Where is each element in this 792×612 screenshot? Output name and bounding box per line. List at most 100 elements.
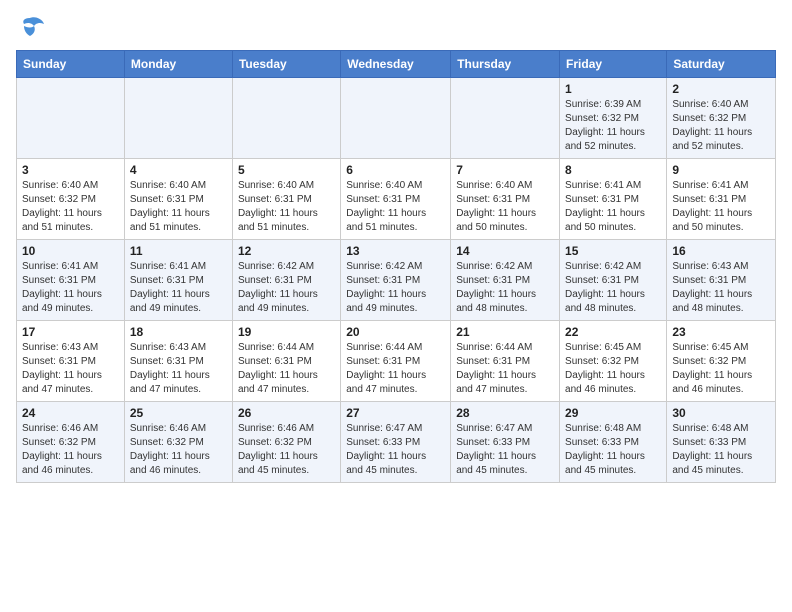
day-info: Sunrise: 6:41 AM Sunset: 6:31 PM Dayligh… (22, 260, 119, 316)
calendar-week-row: 17 Sunrise: 6:43 AM Sunset: 6:31 PM Dayli… (17, 321, 776, 402)
day-info: Sunrise: 6:47 AM Sunset: 6:33 PM Dayligh… (456, 422, 554, 478)
day-number: 26 (238, 406, 335, 420)
calendar-week-row: 24Sunrise: 6:46 AM Sunset: 6:32 PM Dayli… (17, 402, 776, 483)
day-number: 2 (672, 82, 770, 96)
calendar-cell: 9 Sunrise: 6:41 AM Sunset: 6:31 PM Daylig… (667, 159, 776, 240)
day-number: 4 (130, 163, 227, 177)
calendar-cell: 2Sunrise: 6:40 AM Sunset: 6:32 PM Daylig… (667, 78, 776, 159)
weekday-header: Wednesday (341, 51, 451, 78)
weekday-header: Sunday (17, 51, 125, 78)
day-number: 19 (238, 325, 335, 339)
day-info: Sunrise: 6:41 AM Sunset: 6:31 PM Dayligh… (130, 260, 227, 316)
calendar-cell: 14 Sunrise: 6:42 AM Sunset: 6:31 PM Dayli… (451, 240, 560, 321)
calendar-cell: 12Sunrise: 6:42 AM Sunset: 6:31 PM Dayli… (232, 240, 340, 321)
day-number: 15 (565, 244, 661, 258)
day-info: Sunrise: 6:44 AM Sunset: 6:31 PM Dayligh… (346, 341, 445, 397)
page-header (16, 16, 776, 38)
day-number: 8 (565, 163, 661, 177)
calendar-cell: 1Sunrise: 6:39 AM Sunset: 6:32 PM Daylig… (560, 78, 667, 159)
calendar-cell: 5Sunrise: 6:40 AM Sunset: 6:31 PM Daylig… (232, 159, 340, 240)
day-info: Sunrise: 6:45 AM Sunset: 6:32 PM Dayligh… (565, 341, 661, 397)
calendar-cell (17, 78, 125, 159)
calendar-cell: 17 Sunrise: 6:43 AM Sunset: 6:31 PM Dayli… (17, 321, 125, 402)
calendar-cell: 20Sunrise: 6:44 AM Sunset: 6:31 PM Dayli… (341, 321, 451, 402)
day-number: 9 (672, 163, 770, 177)
day-info: Sunrise: 6:46 AM Sunset: 6:32 PM Dayligh… (130, 422, 227, 478)
day-number: 17 (22, 325, 119, 339)
calendar-cell: 30Sunrise: 6:48 AM Sunset: 6:33 PM Dayli… (667, 402, 776, 483)
calendar-cell: 27 Sunrise: 6:47 AM Sunset: 6:33 PM Dayli… (341, 402, 451, 483)
day-number: 22 (565, 325, 661, 339)
calendar-cell: 18 Sunrise: 6:43 AM Sunset: 6:31 PM Dayli… (124, 321, 232, 402)
day-info: Sunrise: 6:40 AM Sunset: 6:31 PM Dayligh… (456, 179, 554, 235)
day-number: 10 (22, 244, 119, 258)
calendar-table: SundayMondayTuesdayWednesdayThursdayFrid… (16, 50, 776, 483)
calendar-week-row: 1Sunrise: 6:39 AM Sunset: 6:32 PM Daylig… (17, 78, 776, 159)
day-number: 25 (130, 406, 227, 420)
calendar-cell: 29 Sunrise: 6:48 AM Sunset: 6:33 PM Dayli… (560, 402, 667, 483)
day-number: 27 (346, 406, 445, 420)
day-number: 13 (346, 244, 445, 258)
calendar-cell (124, 78, 232, 159)
calendar-cell (232, 78, 340, 159)
day-number: 28 (456, 406, 554, 420)
weekday-header: Thursday (451, 51, 560, 78)
calendar-cell: 28 Sunrise: 6:47 AM Sunset: 6:33 PM Dayli… (451, 402, 560, 483)
day-number: 18 (130, 325, 227, 339)
day-info: Sunrise: 6:43 AM Sunset: 6:31 PM Dayligh… (672, 260, 770, 316)
day-number: 30 (672, 406, 770, 420)
calendar-cell: 25 Sunrise: 6:46 AM Sunset: 6:32 PM Dayli… (124, 402, 232, 483)
calendar-cell: 21 Sunrise: 6:44 AM Sunset: 6:31 PM Dayli… (451, 321, 560, 402)
calendar-week-row: 3Sunrise: 6:40 AM Sunset: 6:32 PM Daylig… (17, 159, 776, 240)
calendar-header-row: SundayMondayTuesdayWednesdayThursdayFrid… (17, 51, 776, 78)
day-number: 14 (456, 244, 554, 258)
day-number: 7 (456, 163, 554, 177)
day-number: 1 (565, 82, 661, 96)
calendar-cell (451, 78, 560, 159)
weekday-header: Tuesday (232, 51, 340, 78)
calendar-cell: 11 Sunrise: 6:41 AM Sunset: 6:31 PM Dayli… (124, 240, 232, 321)
day-info: Sunrise: 6:40 AM Sunset: 6:31 PM Dayligh… (130, 179, 227, 235)
calendar-cell: 6 Sunrise: 6:40 AM Sunset: 6:31 PM Daylig… (341, 159, 451, 240)
day-info: Sunrise: 6:40 AM Sunset: 6:31 PM Dayligh… (346, 179, 445, 235)
logo (16, 16, 48, 38)
day-number: 3 (22, 163, 119, 177)
calendar-cell: 24Sunrise: 6:46 AM Sunset: 6:32 PM Dayli… (17, 402, 125, 483)
day-info: Sunrise: 6:42 AM Sunset: 6:31 PM Dayligh… (456, 260, 554, 316)
day-number: 29 (565, 406, 661, 420)
day-info: Sunrise: 6:48 AM Sunset: 6:33 PM Dayligh… (565, 422, 661, 478)
day-info: Sunrise: 6:43 AM Sunset: 6:31 PM Dayligh… (130, 341, 227, 397)
calendar-cell: 16 Sunrise: 6:43 AM Sunset: 6:31 PM Dayli… (667, 240, 776, 321)
calendar-cell: 3Sunrise: 6:40 AM Sunset: 6:32 PM Daylig… (17, 159, 125, 240)
calendar-cell: 13Sunrise: 6:42 AM Sunset: 6:31 PM Dayli… (341, 240, 451, 321)
calendar-cell: 4 Sunrise: 6:40 AM Sunset: 6:31 PM Daylig… (124, 159, 232, 240)
day-info: Sunrise: 6:42 AM Sunset: 6:31 PM Dayligh… (238, 260, 335, 316)
day-info: Sunrise: 6:45 AM Sunset: 6:32 PM Dayligh… (672, 341, 770, 397)
day-number: 11 (130, 244, 227, 258)
calendar-cell: 8 Sunrise: 6:41 AM Sunset: 6:31 PM Daylig… (560, 159, 667, 240)
day-info: Sunrise: 6:46 AM Sunset: 6:32 PM Dayligh… (22, 422, 119, 478)
day-info: Sunrise: 6:41 AM Sunset: 6:31 PM Dayligh… (565, 179, 661, 235)
calendar-cell (341, 78, 451, 159)
calendar-cell: 10 Sunrise: 6:41 AM Sunset: 6:31 PM Dayli… (17, 240, 125, 321)
calendar-cell: 15 Sunrise: 6:42 AM Sunset: 6:31 PM Dayli… (560, 240, 667, 321)
logo-bird-icon (16, 16, 44, 38)
day-number: 6 (346, 163, 445, 177)
day-number: 23 (672, 325, 770, 339)
day-info: Sunrise: 6:42 AM Sunset: 6:31 PM Dayligh… (565, 260, 661, 316)
day-number: 21 (456, 325, 554, 339)
calendar-cell: 26 Sunrise: 6:46 AM Sunset: 6:32 PM Dayli… (232, 402, 340, 483)
calendar-week-row: 10 Sunrise: 6:41 AM Sunset: 6:31 PM Dayli… (17, 240, 776, 321)
calendar-cell: 23 Sunrise: 6:45 AM Sunset: 6:32 PM Dayli… (667, 321, 776, 402)
weekday-header: Saturday (667, 51, 776, 78)
day-info: Sunrise: 6:44 AM Sunset: 6:31 PM Dayligh… (238, 341, 335, 397)
day-info: Sunrise: 6:43 AM Sunset: 6:31 PM Dayligh… (22, 341, 119, 397)
calendar-cell: 7 Sunrise: 6:40 AM Sunset: 6:31 PM Daylig… (451, 159, 560, 240)
weekday-header: Friday (560, 51, 667, 78)
day-info: Sunrise: 6:41 AM Sunset: 6:31 PM Dayligh… (672, 179, 770, 235)
day-info: Sunrise: 6:47 AM Sunset: 6:33 PM Dayligh… (346, 422, 445, 478)
day-info: Sunrise: 6:44 AM Sunset: 6:31 PM Dayligh… (456, 341, 554, 397)
day-number: 16 (672, 244, 770, 258)
weekday-header: Monday (124, 51, 232, 78)
day-info: Sunrise: 6:46 AM Sunset: 6:32 PM Dayligh… (238, 422, 335, 478)
